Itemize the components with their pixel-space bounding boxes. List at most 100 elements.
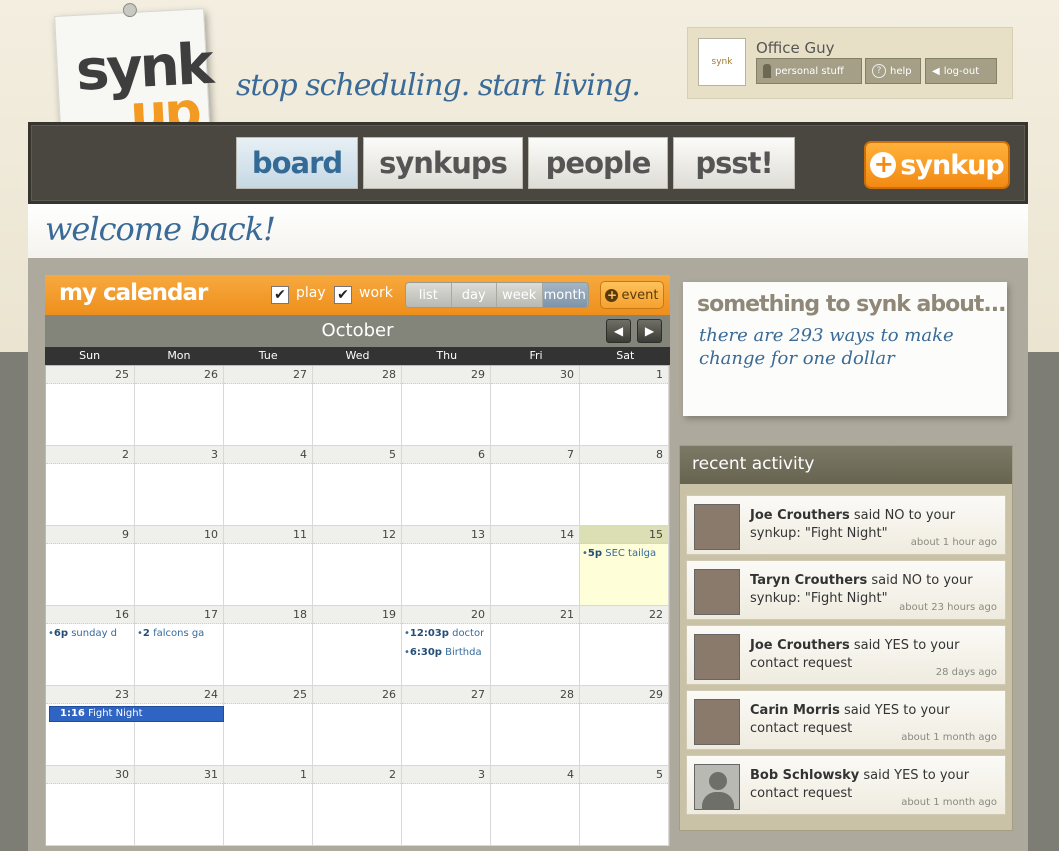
calendar-day[interactable]: 29	[580, 686, 669, 766]
user-photo[interactable]	[694, 699, 740, 745]
calendar-day[interactable]: 5	[313, 446, 402, 526]
calendar-day[interactable]: 29	[402, 366, 491, 446]
day-number: 11	[224, 526, 312, 544]
tab-psst[interactable]: psst!	[673, 137, 795, 189]
calendar-day[interactable]: 4	[491, 766, 580, 846]
calendar-event[interactable]: •2 falcons ga	[137, 628, 204, 639]
activity-item[interactable]: Bob Schlowsky said YES to your contact r…	[686, 755, 1006, 815]
calendar-day[interactable]: 5	[580, 766, 669, 846]
view-week[interactable]: week	[497, 283, 543, 307]
calendar-day[interactable]: 16 •6p sunday d	[46, 606, 135, 686]
day-number: 26	[135, 366, 223, 384]
arrow-right-icon: ▶	[644, 324, 655, 338]
weekday-label: Tue	[258, 349, 278, 362]
calendar-day[interactable]: 23 1:16 Fight Night	[46, 686, 224, 766]
calendar-day[interactable]: 9	[46, 526, 135, 606]
activity-item[interactable]: Taryn Crouthers said NO to your synkup: …	[686, 560, 1006, 620]
calendar-day[interactable]: 30	[46, 766, 135, 846]
calendar-day[interactable]: 17 •2 falcons ga	[135, 606, 224, 686]
activity-user[interactable]: Bob Schlowsky	[750, 768, 859, 783]
activity-user[interactable]: Joe Crouthers	[750, 508, 850, 523]
day-number: 20	[402, 606, 490, 624]
calendar-day[interactable]: 26	[313, 686, 402, 766]
view-day[interactable]: day	[451, 283, 497, 307]
day-number: 2	[313, 766, 401, 784]
default-user-photo[interactable]	[694, 764, 740, 810]
activity-user[interactable]: Carin Morris	[750, 703, 840, 718]
calendar-day[interactable]: 27	[224, 366, 313, 446]
multi-day-event[interactable]: 1:16 Fight Night	[49, 706, 224, 722]
play-checkbox[interactable]: ✔	[271, 286, 289, 304]
logout-button[interactable]: ◀ log-out	[925, 58, 997, 84]
user-photo[interactable]	[694, 569, 740, 615]
calendar-day[interactable]: 30	[491, 366, 580, 446]
calendar-day[interactable]: 21	[491, 606, 580, 686]
tab-board[interactable]: board	[236, 137, 358, 189]
calendar-day[interactable]: 1	[580, 366, 669, 446]
calendar-day[interactable]: 28	[313, 366, 402, 446]
calendar-title: my calendar	[59, 280, 208, 306]
event-time: 6p	[53, 628, 69, 639]
calendar-day[interactable]: 27	[402, 686, 491, 766]
activity-item[interactable]: Carin Morris said YES to your contact re…	[686, 690, 1006, 750]
recent-activity-panel: recent activity Joe Crouthers said NO to…	[679, 445, 1013, 831]
back-arrow-icon: ◀	[932, 65, 940, 77]
calendar-day[interactable]: 22	[580, 606, 669, 686]
next-month-button[interactable]: ▶	[637, 319, 662, 343]
calendar-day[interactable]: 25	[224, 686, 313, 766]
calendar-day[interactable]: 12	[313, 526, 402, 606]
month-bar: October ◀ ▶	[45, 315, 670, 347]
calendar-day[interactable]: 11	[224, 526, 313, 606]
help-button[interactable]: ? help	[865, 58, 921, 84]
prev-month-button[interactable]: ◀	[606, 319, 631, 343]
calendar-day[interactable]: 2	[313, 766, 402, 846]
calendar-event[interactable]: •6p sunday d	[48, 628, 117, 639]
add-event-button[interactable]: + event	[600, 281, 664, 309]
user-avatar[interactable]: synk	[698, 38, 746, 86]
view-month[interactable]: month	[542, 283, 588, 307]
view-list[interactable]: list	[406, 283, 452, 307]
calendar-event[interactable]: •12:03p doctor	[404, 628, 484, 639]
add-event-label: event	[621, 287, 659, 303]
calendar-day[interactable]: 10	[135, 526, 224, 606]
welcome-banner: welcome back!	[28, 204, 1028, 258]
month-label: October	[321, 320, 394, 341]
calendar-day[interactable]: 8	[580, 446, 669, 526]
calendar-day[interactable]: 20 •12:03p doctor •6:30p Birthda	[402, 606, 491, 686]
day-number: 22	[580, 606, 668, 624]
calendar-day[interactable]: 14	[491, 526, 580, 606]
calendar-day[interactable]: 3	[402, 766, 491, 846]
personal-stuff-button[interactable]: personal stuff	[756, 58, 862, 84]
user-photo[interactable]	[694, 504, 740, 550]
calendar-day[interactable]: 31	[135, 766, 224, 846]
tab-synkups[interactable]: synkups	[363, 137, 523, 189]
calendar-event[interactable]: •6:30p Birthda	[404, 647, 482, 658]
calendar-event[interactable]: •5p SEC tailga	[582, 548, 656, 559]
calendar-day[interactable]: 4	[224, 446, 313, 526]
work-checkbox[interactable]: ✔	[334, 286, 352, 304]
calendar-day[interactable]: 26	[135, 366, 224, 446]
calendar-day[interactable]: 7	[491, 446, 580, 526]
activity-user[interactable]: Joe Crouthers	[750, 638, 850, 653]
calendar-day[interactable]: 18	[224, 606, 313, 686]
calendar-day[interactable]: 6	[402, 446, 491, 526]
calendar-day[interactable]: 28	[491, 686, 580, 766]
activity-user[interactable]: Taryn Crouthers	[750, 573, 867, 588]
calendar-day[interactable]: 13	[402, 526, 491, 606]
calendar-day[interactable]: 2	[46, 446, 135, 526]
activity-item[interactable]: Joe Crouthers said YES to your contact r…	[686, 625, 1006, 685]
tab-people[interactable]: people	[528, 137, 668, 189]
calendar-day-today[interactable]: 15 •5p SEC tailga	[580, 526, 669, 606]
calendar-day[interactable]: 19	[313, 606, 402, 686]
day-number: 14	[491, 526, 579, 544]
weekday-label: Wed	[345, 349, 370, 362]
user-photo[interactable]	[694, 634, 740, 680]
calendar-day[interactable]: 1	[224, 766, 313, 846]
plus-icon: +	[605, 287, 619, 302]
calendar-day[interactable]: 25	[46, 366, 135, 446]
activity-item[interactable]: Joe Crouthers said NO to your synkup: "F…	[686, 495, 1006, 555]
person-silhouette-icon	[709, 772, 727, 790]
add-synkup-button[interactable]: + synkup	[864, 141, 1010, 189]
calendar-day[interactable]: 3	[135, 446, 224, 526]
calendar-day[interactable]: 24	[135, 686, 224, 766]
